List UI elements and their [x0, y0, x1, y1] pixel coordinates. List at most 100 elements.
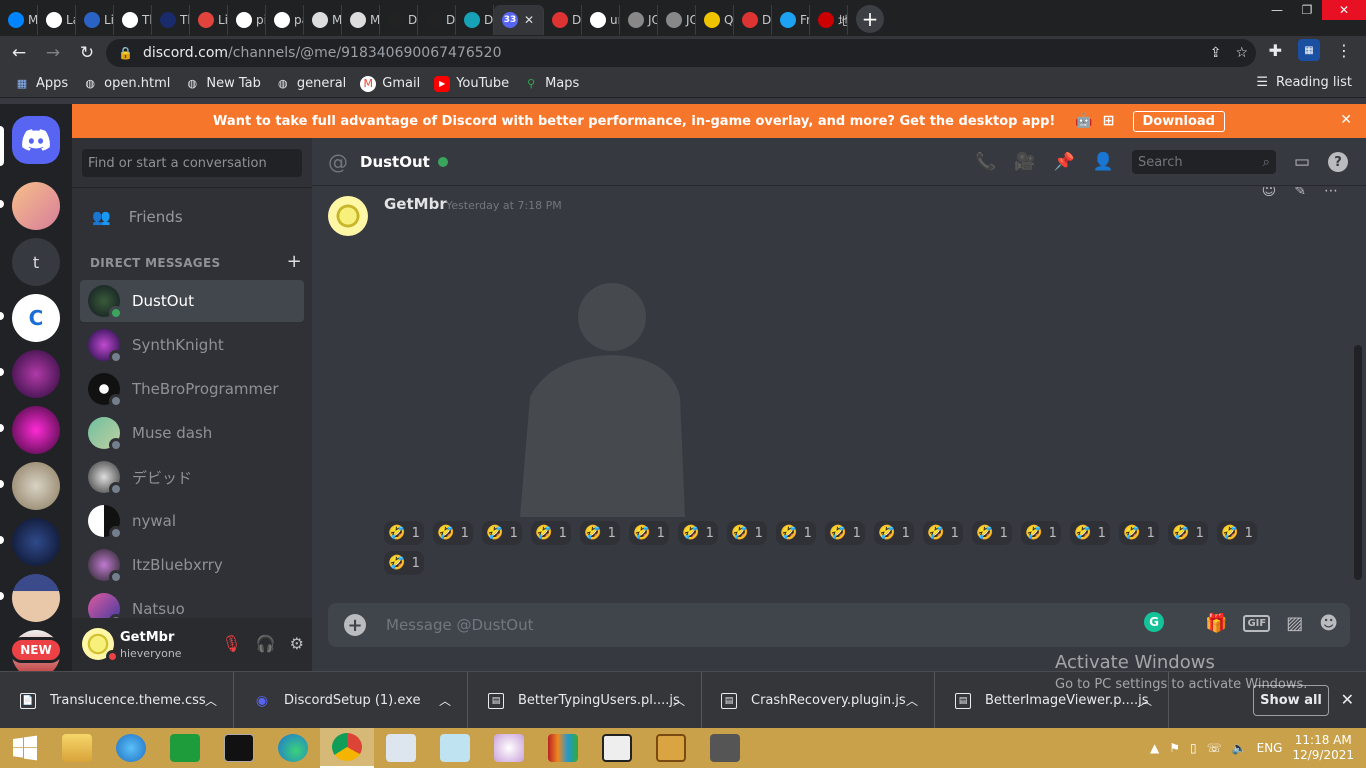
- message-author-avatar[interactable]: [328, 196, 368, 236]
- browser-tab[interactable]: Dc: [456, 5, 494, 35]
- bookmark-item[interactable]: ▦ Apps: [14, 76, 68, 92]
- browser-tab[interactable]: pa: [266, 5, 304, 35]
- chevron-up-icon[interactable]: ︿: [205, 692, 217, 709]
- browser-tab[interactable]: Qu: [696, 5, 734, 35]
- bookmark-item[interactable]: ◍ New Tab: [184, 76, 261, 92]
- discord-home-icon[interactable]: [12, 116, 60, 164]
- server-icon-anime[interactable]: [12, 182, 60, 230]
- bookmark-item[interactable]: ◍ open.html: [82, 76, 170, 92]
- download-item[interactable]: ▤ BetterTypingUsers.pl....js ︿: [468, 672, 702, 729]
- reaction-pill[interactable]: 🤣 1: [384, 551, 424, 575]
- language-indicator[interactable]: ENG: [1257, 741, 1283, 755]
- reaction-pill[interactable]: 🤣 1: [580, 521, 620, 545]
- network-icon[interactable]: ☏: [1207, 741, 1222, 755]
- chevron-up-icon[interactable]: ︿: [439, 692, 451, 709]
- voice-call-icon[interactable]: 📞: [975, 152, 996, 172]
- bookmark-item[interactable]: ⚲ Maps: [523, 76, 579, 92]
- inbox-icon[interactable]: ▭: [1294, 152, 1310, 172]
- share-icon[interactable]: ⇪: [1210, 45, 1222, 61]
- browser-tab[interactable]: Me: [0, 5, 38, 35]
- attach-plus-icon[interactable]: +: [344, 614, 366, 636]
- chevron-up-icon[interactable]: ︿: [1140, 692, 1152, 709]
- bookmark-star-icon[interactable]: ☆: [1235, 45, 1248, 61]
- back-button[interactable]: ←: [4, 38, 34, 68]
- chrome-icon[interactable]: [320, 728, 374, 768]
- reading-list-button[interactable]: ☰ Reading list: [1256, 75, 1352, 90]
- browser-tab[interactable]: Lig: [190, 5, 228, 35]
- reload-button[interactable]: ↻: [72, 38, 102, 68]
- action-center-icon[interactable]: ⚑: [1169, 741, 1180, 755]
- dm-item[interactable]: nywal: [80, 500, 304, 542]
- notes-app-icon[interactable]: [428, 728, 482, 768]
- dm-item[interactable]: SynthKnight: [80, 324, 304, 366]
- reaction-pill[interactable]: 🤣 1: [1070, 521, 1110, 545]
- browser-tab[interactable]: Fr: [772, 5, 810, 35]
- message-author-name[interactable]: GetMbr: [384, 195, 447, 213]
- store-icon[interactable]: [158, 728, 212, 768]
- server-icon-cap[interactable]: [12, 574, 60, 622]
- gif-button[interactable]: GIF: [1243, 615, 1271, 632]
- dm-search-input[interactable]: Find or start a conversation: [82, 149, 302, 177]
- download-item[interactable]: ▤ BetterImageViewer.p....js ︿: [935, 672, 1169, 729]
- reaction-pill[interactable]: 🤣 1: [776, 521, 816, 545]
- browser-tab[interactable]: 地: [810, 5, 848, 35]
- reaction-pill[interactable]: 🤣 1: [1217, 521, 1257, 545]
- dosbox-icon[interactable]: [644, 728, 698, 768]
- help-icon[interactable]: ?: [1328, 152, 1348, 172]
- address-bar[interactable]: 🔒 discord.com/channels/@me/9183406900674…: [106, 39, 1256, 67]
- browser-tab[interactable]: 33 ✕: [494, 5, 544, 35]
- reaction-pill[interactable]: 🤣 1: [1119, 521, 1159, 545]
- browser-tab[interactable]: DC: [418, 5, 456, 35]
- friends-nav-item[interactable]: 👥 Friends: [80, 196, 304, 238]
- dm-item[interactable]: DustOut: [80, 280, 304, 322]
- browser-tab[interactable]: Th: [114, 5, 152, 35]
- chevron-up-icon[interactable]: ︿: [673, 692, 685, 709]
- download-item[interactable]: ◉ DiscordSetup (1).exe ︿: [234, 672, 468, 729]
- download-item[interactable]: ▤ CrashRecovery.plugin.js ︿: [701, 672, 935, 729]
- browser-tab[interactable]: JQ: [658, 5, 696, 35]
- reaction-pill[interactable]: 🤣 1: [825, 521, 865, 545]
- sticker-icon[interactable]: ▨: [1286, 613, 1303, 634]
- grammarly-icon[interactable]: G: [1144, 612, 1164, 632]
- browser-tab[interactable]: Lig: [76, 5, 114, 35]
- server-icon-dark[interactable]: [12, 518, 60, 566]
- browser-tab[interactable]: M: [342, 5, 380, 35]
- command-prompt-icon[interactable]: [212, 728, 266, 768]
- browser-tab[interactable]: un: [582, 5, 620, 35]
- reaction-pill[interactable]: 🤣 1: [678, 521, 718, 545]
- message-composer[interactable]: + Message @DustOut G 🎁 GIF ▨ ☻: [328, 603, 1350, 647]
- show-all-downloads-button[interactable]: Show all: [1253, 685, 1329, 716]
- edge-icon[interactable]: [266, 728, 320, 768]
- settings-gear-icon[interactable]: ⚙: [290, 634, 304, 653]
- scrollbar[interactable]: [1354, 345, 1362, 580]
- minimize-button[interactable]: —: [1262, 0, 1292, 20]
- server-icon-dog[interactable]: [12, 462, 60, 510]
- server-icon-c[interactable]: C: [12, 294, 60, 342]
- winrar-icon[interactable]: [536, 728, 590, 768]
- start-button[interactable]: [0, 728, 50, 768]
- close-downloads-icon[interactable]: ✕: [1341, 690, 1354, 709]
- file-explorer-icon[interactable]: [50, 728, 104, 768]
- more-options-icon[interactable]: ⋯: [1324, 187, 1338, 199]
- browser-tab[interactable]: M: [304, 5, 342, 35]
- volume-icon[interactable]: 🔈: [1232, 741, 1247, 755]
- forward-button[interactable]: →: [38, 38, 68, 68]
- add-friend-to-dm-icon[interactable]: 👤: [1093, 152, 1114, 172]
- restore-button[interactable]: ❐: [1292, 0, 1322, 20]
- reaction-pill[interactable]: 🤣 1: [727, 521, 767, 545]
- emoji-picker-icon[interactable]: ☻: [1319, 613, 1338, 634]
- bookmark-item[interactable]: M Gmail: [360, 75, 420, 92]
- reaction-pill[interactable]: 🤣 1: [629, 521, 669, 545]
- pinned-messages-icon[interactable]: 📌: [1054, 152, 1075, 172]
- chevron-up-icon[interactable]: ︿: [906, 692, 918, 709]
- edit-icon[interactable]: ✎: [1294, 187, 1306, 199]
- close-tab-icon[interactable]: ✕: [524, 13, 534, 27]
- gift-icon[interactable]: 🎁: [1205, 613, 1227, 634]
- browser-tab[interactable]: Di: [734, 5, 772, 35]
- download-button[interactable]: Download: [1132, 110, 1225, 132]
- new-tab-button[interactable]: +: [856, 5, 884, 33]
- paint-icon[interactable]: [482, 728, 536, 768]
- reaction-pill[interactable]: 🤣 1: [1168, 521, 1208, 545]
- browser-tab[interactable]: DC: [380, 5, 418, 35]
- tray-overflow-icon[interactable]: ▲: [1150, 741, 1159, 755]
